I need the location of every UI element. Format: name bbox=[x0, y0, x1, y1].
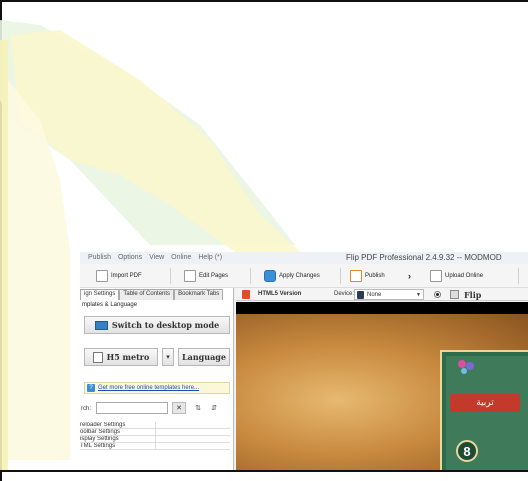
tab-bookmark-tabs[interactable]: Bookmark Tabs bbox=[174, 289, 224, 300]
upload-icon bbox=[430, 270, 442, 282]
flip-view-label[interactable]: Flip bbox=[464, 290, 481, 300]
publish-icon bbox=[350, 270, 362, 282]
settings-row-name: oolbar Settings bbox=[80, 429, 156, 435]
cover-title: تربية bbox=[450, 394, 520, 412]
menu-view[interactable]: View bbox=[149, 254, 164, 261]
settings-table: reloader Settings oolbar Settings isplay… bbox=[80, 422, 230, 450]
apply-changes-label: Apply Changes bbox=[279, 273, 320, 279]
table-row[interactable]: TML Settings bbox=[80, 443, 230, 450]
more-templates-link[interactable]: ? Get more free online templates here... bbox=[84, 382, 230, 394]
settings-row-name: TML Settings bbox=[80, 443, 156, 449]
publish-button[interactable]: Publish bbox=[350, 268, 385, 284]
cover-number: 8 bbox=[456, 440, 478, 462]
upload-online-label: Upload Online bbox=[445, 273, 484, 279]
book-preview[interactable]: تربية 8 bbox=[236, 302, 528, 470]
sort-ascending-button[interactable]: ⇅ bbox=[192, 402, 204, 414]
menu-bar: Publish Options View Online Help (*) bbox=[88, 254, 222, 261]
menu-publish[interactable]: Publish bbox=[88, 254, 111, 261]
edit-pages-label: Edit Pages bbox=[199, 273, 229, 279]
monitor-icon bbox=[94, 320, 108, 330]
settings-row-value bbox=[156, 443, 230, 449]
settings-row-name: reloader Settings bbox=[80, 422, 156, 428]
frame-border-bottom bbox=[0, 470, 528, 472]
refresh-icon bbox=[264, 270, 276, 282]
chevron-down-icon: ▼ bbox=[416, 291, 421, 298]
toolbar-separator bbox=[518, 268, 519, 284]
import-pdf-button[interactable]: Import PDF bbox=[96, 268, 142, 284]
language-label: Language bbox=[182, 352, 226, 362]
view-mode-radio[interactable] bbox=[434, 291, 441, 298]
import-pdf-label: Import PDF bbox=[111, 273, 142, 279]
title-bar: Publish Options View Online Help (*) Fli… bbox=[80, 252, 528, 264]
next-chevron-button[interactable]: › bbox=[408, 268, 411, 284]
template-label: H5 metro bbox=[106, 352, 150, 362]
flip-pdf-window: Publish Options View Online Help (*) Fli… bbox=[80, 252, 528, 470]
settings-row-value bbox=[156, 422, 230, 428]
edit-pages-button[interactable]: Edit Pages bbox=[184, 268, 228, 284]
settings-tabs: ign Settings Table of Contents Bookmark … bbox=[80, 289, 224, 300]
book-background: تربية 8 bbox=[236, 314, 528, 470]
chevron-right-icon: › bbox=[408, 271, 411, 281]
upload-online-button[interactable]: Upload Online bbox=[430, 268, 483, 284]
more-templates-label: Get more free online templates here... bbox=[98, 385, 200, 391]
frame-border-left bbox=[0, 0, 2, 481]
tab-design-settings[interactable]: ign Settings bbox=[80, 289, 120, 300]
templates-language-label: mplates & Language bbox=[82, 302, 138, 308]
template-icon bbox=[92, 351, 103, 363]
menu-help[interactable]: Help (*) bbox=[198, 254, 222, 261]
help-icon: ? bbox=[87, 384, 95, 392]
sort-az-icon: ⇅ bbox=[195, 405, 201, 412]
switch-desktop-mode-label: Switch to desktop mode bbox=[111, 320, 220, 330]
publish-label: Publish bbox=[365, 273, 385, 279]
flip-view-icon[interactable] bbox=[450, 290, 459, 299]
close-icon: ✕ bbox=[176, 405, 182, 412]
switch-desktop-mode-button[interactable]: Switch to desktop mode bbox=[84, 316, 230, 334]
sort-za-icon: ⇵ bbox=[211, 405, 217, 412]
toolbar-separator bbox=[170, 268, 171, 284]
toolbar-separator bbox=[340, 268, 341, 284]
settings-row-name: isplay Settings bbox=[80, 436, 156, 442]
html5-version-label: HTML5 Version bbox=[258, 291, 302, 297]
pdf-file-icon bbox=[96, 270, 108, 282]
settings-row-value bbox=[156, 429, 230, 435]
table-row[interactable]: oolbar Settings bbox=[80, 429, 230, 436]
chevron-down-icon: ▾ bbox=[166, 354, 170, 361]
table-row[interactable]: reloader Settings bbox=[80, 422, 230, 429]
html5-icon bbox=[242, 290, 250, 299]
toolbar-separator bbox=[250, 268, 251, 284]
menu-options[interactable]: Options bbox=[118, 254, 142, 261]
device-value: None bbox=[367, 291, 382, 298]
window-title: Flip PDF Professional 2.4.9.32 -- MODMOD bbox=[346, 253, 502, 262]
language-button[interactable]: Language bbox=[178, 348, 230, 366]
menu-online[interactable]: Online bbox=[171, 254, 191, 261]
flower-ornament-icon bbox=[458, 360, 474, 374]
template-dropdown-button[interactable]: ▾ bbox=[162, 348, 174, 366]
edit-pages-icon bbox=[184, 270, 196, 282]
main-toolbar: Import PDF Edit Pages Apply Changes Publ… bbox=[80, 264, 528, 288]
phone-icon bbox=[357, 290, 364, 299]
tab-table-of-contents[interactable]: Table of Contents bbox=[119, 289, 175, 300]
frame-border-top bbox=[0, 0, 528, 2]
template-button[interactable]: H5 metro bbox=[84, 348, 158, 366]
search-label: rch: bbox=[81, 406, 92, 412]
settings-panel: ign Settings Table of Contents Bookmark … bbox=[80, 288, 234, 470]
device-label: Device: bbox=[334, 291, 355, 297]
search-input[interactable] bbox=[96, 402, 168, 414]
settings-row-value bbox=[156, 436, 230, 442]
clear-search-button[interactable]: ✕ bbox=[172, 402, 186, 414]
sort-descending-button[interactable]: ⇵ bbox=[208, 402, 220, 414]
device-select[interactable]: None ▼ bbox=[354, 289, 424, 300]
table-row[interactable]: isplay Settings bbox=[80, 436, 230, 443]
apply-changes-button[interactable]: Apply Changes bbox=[264, 268, 320, 284]
preview-toolbar: HTML5 Version Device: None ▼ Flip bbox=[236, 288, 528, 301]
book-cover[interactable]: تربية 8 bbox=[440, 350, 528, 470]
